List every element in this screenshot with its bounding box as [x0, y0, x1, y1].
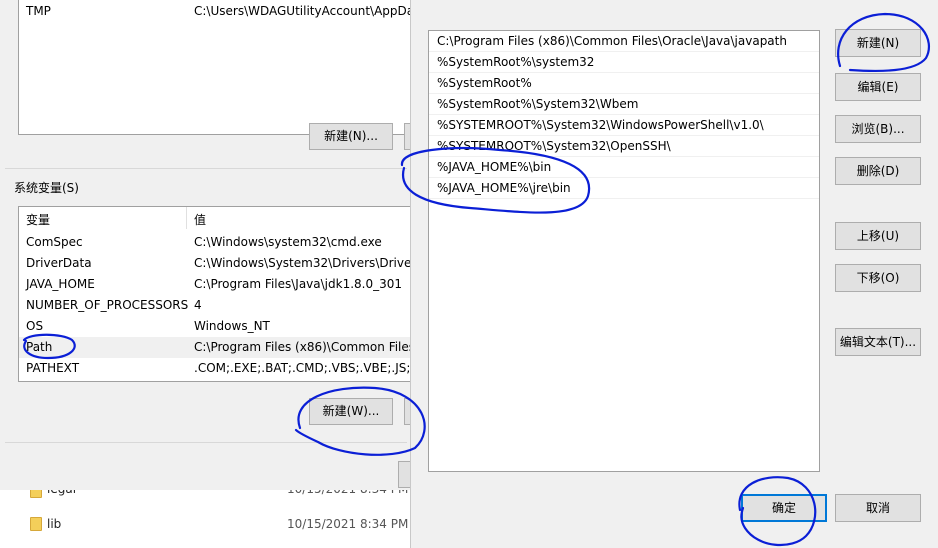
list-item[interactable]: %SystemRoot% — [429, 73, 819, 94]
column-header-variable[interactable]: 变量 — [19, 207, 187, 229]
edit-environment-variable-dialog: C:\Program Files (x86)\Common Files\Orac… — [410, 0, 938, 548]
variable-name: NUMBER_OF_PROCESSORS — [26, 298, 189, 312]
path-entry-text: %JAVA_HOME%\bin — [437, 160, 552, 174]
file-row-lib[interactable]: lib 10/15/2021 8:34 PM — [0, 514, 410, 536]
variable-name: TMP — [26, 4, 51, 18]
variable-value: 4 — [194, 298, 202, 312]
edit-button[interactable]: 编辑(E) — [835, 73, 921, 101]
edit-text-button[interactable]: 编辑文本(T)... — [835, 328, 921, 356]
list-item[interactable]: %SystemRoot%\system32 — [429, 52, 819, 73]
table-row[interactable]: DriverData C:\Windows\System32\Drivers\D… — [19, 253, 411, 274]
system-new-button[interactable]: 新建(W)... — [309, 398, 393, 425]
file-date: 10/15/2021 8:34 PM — [287, 517, 409, 531]
move-up-button[interactable]: 上移(U) — [835, 222, 921, 250]
list-item[interactable]: %SYSTEMROOT%\System32\WindowsPowerShell\… — [429, 115, 819, 136]
file-name: lib — [47, 517, 62, 531]
divider — [5, 442, 407, 443]
variable-name: ComSpec — [26, 235, 83, 249]
environment-variables-dialog: TMP C:\Users\WDAGUtilityAccount\AppDa 新建… — [0, 0, 424, 490]
file-explorer-background: legal 10/15/2021 8:34 PM lib 10/15/2021 … — [0, 482, 410, 548]
table-row[interactable]: ComSpec C:\Windows\system32\cmd.exe — [19, 232, 411, 253]
variable-name: DriverData — [26, 256, 92, 270]
variable-name: OS — [26, 319, 44, 333]
variable-name: Path — [26, 340, 53, 354]
path-entries-list[interactable]: C:\Program Files (x86)\Common Files\Orac… — [428, 30, 820, 472]
delete-button[interactable]: 删除(D) — [835, 157, 921, 185]
list-item[interactable]: %SYSTEMROOT%\System32\OpenSSH\ — [429, 136, 819, 157]
variable-value: C:\Program Files\Java\jdk1.8.0_301 — [194, 277, 403, 291]
column-header-value[interactable]: 值 — [187, 207, 411, 229]
variable-name: JAVA_HOME — [26, 277, 95, 291]
path-entry-text: %SystemRoot%\system32 — [437, 55, 595, 69]
system-variables-list[interactable]: 变量 值 ComSpec C:\Windows\system32\cmd.exe… — [18, 206, 412, 382]
new-button[interactable]: 新建(N) — [835, 29, 921, 57]
variable-name: PATHEXT — [26, 361, 80, 375]
variable-value: C:\Users\WDAGUtilityAccount\AppDa — [194, 4, 412, 18]
variable-value: C:\Windows\System32\Drivers\Driver — [194, 256, 412, 270]
path-entry-text: %JAVA_HOME%\jre\bin — [437, 181, 571, 195]
file-row-legal[interactable]: legal 10/15/2021 8:34 PM — [0, 482, 410, 512]
cancel-button[interactable]: 取消 — [835, 494, 921, 522]
path-entry-text: %SystemRoot%\System32\Wbem — [437, 97, 639, 111]
table-row[interactable]: PATHEXT .COM;.EXE;.BAT;.CMD;.VBS;.VBE;.J… — [19, 358, 411, 379]
table-row[interactable]: NUMBER_OF_PROCESSORS 4 — [19, 295, 411, 316]
list-item[interactable]: %SystemRoot%\System32\Wbem — [429, 94, 819, 115]
variable-value: Windows_NT — [194, 319, 270, 333]
system-variables-label: 系统变量(S) — [14, 181, 79, 195]
move-down-button[interactable]: 下移(O) — [835, 264, 921, 292]
user-variables-list[interactable]: TMP C:\Users\WDAGUtilityAccount\AppDa — [18, 0, 412, 135]
variable-value: C:\Windows\system32\cmd.exe — [194, 235, 382, 249]
divider — [5, 168, 407, 169]
list-item[interactable]: %JAVA_HOME%\jre\bin — [429, 178, 819, 199]
list-item[interactable]: C:\Program Files (x86)\Common Files\Orac… — [429, 31, 819, 52]
folder-icon — [30, 517, 42, 531]
variable-value: C:\Program Files (x86)\Common Files — [194, 340, 412, 354]
list-item[interactable]: %JAVA_HOME%\bin — [429, 157, 819, 178]
table-row-selected[interactable]: Path C:\Program Files (x86)\Common Files — [19, 337, 411, 358]
path-entry-text: %SYSTEMROOT%\System32\WindowsPowerShell\… — [437, 118, 764, 132]
list-item[interactable]: TMP C:\Users\WDAGUtilityAccount\AppDa — [19, 1, 411, 22]
user-new-button[interactable]: 新建(N)... — [309, 123, 393, 150]
variable-value: .COM;.EXE;.BAT;.CMD;.VBS;.VBE;.JS;.JS — [194, 361, 412, 375]
browse-button[interactable]: 浏览(B)... — [835, 115, 921, 143]
path-entry-text: %SystemRoot% — [437, 76, 532, 90]
table-row[interactable]: OS Windows_NT — [19, 316, 411, 337]
table-row[interactable]: JAVA_HOME C:\Program Files\Java\jdk1.8.0… — [19, 274, 411, 295]
path-entry-text: %SYSTEMROOT%\System32\OpenSSH\ — [437, 139, 671, 153]
ok-button[interactable]: 确定 — [741, 494, 827, 522]
path-entry-text: C:\Program Files (x86)\Common Files\Orac… — [437, 34, 787, 48]
